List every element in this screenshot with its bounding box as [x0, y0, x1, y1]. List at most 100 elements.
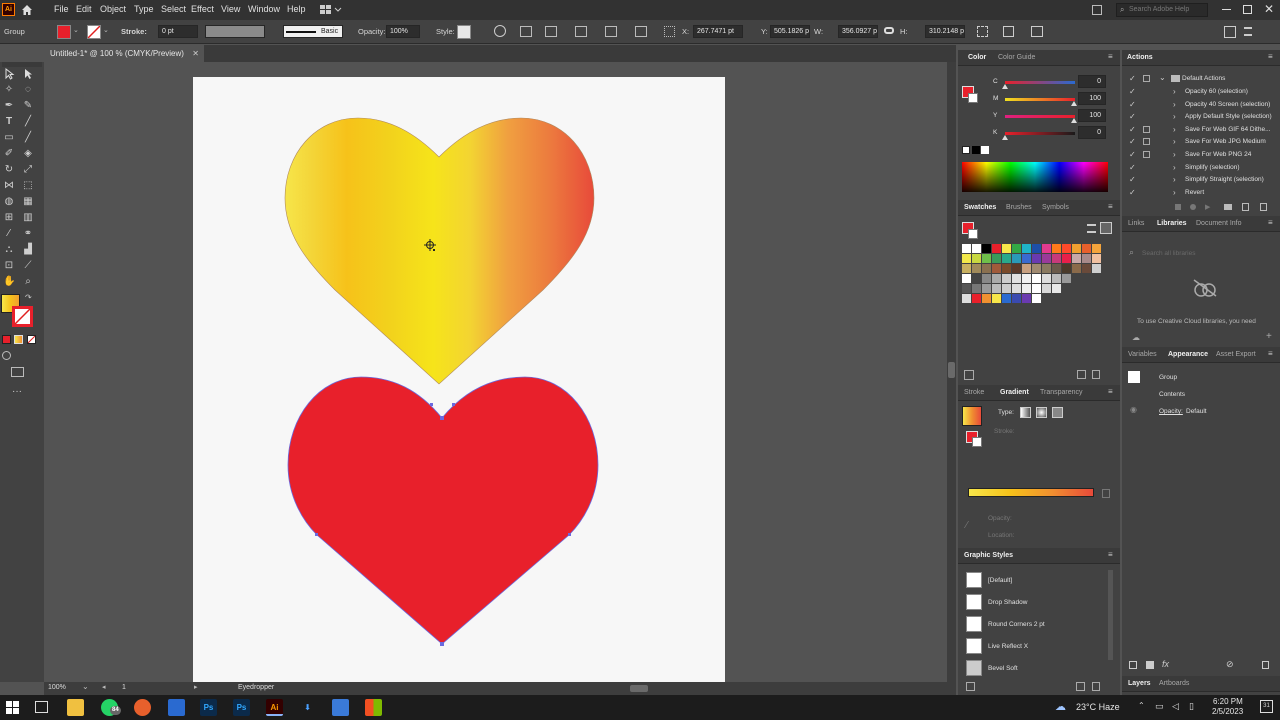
swatch[interactable]	[962, 284, 971, 293]
magic-wand-tool-icon[interactable]: ✧	[3, 84, 15, 96]
recolor-artwork-icon[interactable]	[494, 25, 506, 37]
channel-m-slider[interactable]	[1005, 98, 1075, 101]
swatch[interactable]	[1022, 244, 1031, 253]
swap-fill-stroke-icon[interactable]: ↷	[25, 293, 32, 302]
color-spectrum[interactable]	[962, 162, 1108, 192]
whatsapp-icon[interactable]: 84	[101, 699, 121, 716]
eraser-tool-icon[interactable]: ◈	[22, 148, 34, 160]
new-swatch-icon[interactable]	[1077, 370, 1086, 379]
rectangle-tool-icon[interactable]: ▭	[3, 132, 15, 144]
swatch[interactable]	[982, 294, 991, 303]
scroll-thumb[interactable]	[948, 362, 955, 378]
swatch[interactable]	[1042, 284, 1051, 293]
swatch[interactable]	[1092, 254, 1101, 263]
swatch[interactable]	[1022, 284, 1031, 293]
chevron-down-icon[interactable]: ⌄	[73, 26, 79, 34]
shape-builder-icon[interactable]	[1031, 26, 1043, 37]
tab-color-guide[interactable]: Color Guide	[998, 54, 1035, 61]
tab-graphic-styles[interactable]: Graphic Styles	[964, 552, 1013, 559]
swatch[interactable]	[1042, 264, 1051, 273]
close-tab-icon[interactable]: ✕	[192, 45, 199, 62]
photoshop-icon[interactable]: Ps	[233, 699, 250, 716]
menu-edit[interactable]: Edit	[76, 4, 92, 14]
dialog-toggle-icon[interactable]	[1143, 138, 1150, 146]
type-tool-icon[interactable]: T	[3, 116, 15, 128]
rotate-tool-icon[interactable]: ↻	[3, 164, 15, 176]
downloads-icon[interactable]: ⬇	[299, 699, 316, 716]
checkmark-icon[interactable]: ✓	[1129, 100, 1136, 109]
restore-window-button[interactable]	[1243, 5, 1252, 14]
channel-y-slider[interactable]	[1005, 115, 1075, 118]
swatch[interactable]	[1012, 274, 1021, 283]
menu-window[interactable]: Window	[248, 4, 280, 14]
shaper-tool-icon[interactable]: ✐	[3, 148, 15, 160]
swatch[interactable]	[1002, 264, 1011, 273]
tab-transparency[interactable]: Transparency	[1040, 389, 1083, 396]
channel-y-thumb[interactable]	[1071, 118, 1077, 123]
checkmark-icon[interactable]: ✓	[1129, 163, 1136, 172]
menu-select[interactable]: Select	[161, 4, 186, 14]
swatch[interactable]	[1022, 254, 1031, 263]
swatch[interactable]	[972, 254, 981, 263]
add-stroke-icon[interactable]	[1129, 661, 1137, 669]
task-view-icon[interactable]	[35, 701, 48, 713]
chevron-right-icon[interactable]: ›	[1173, 188, 1176, 197]
checkmark-icon[interactable]: ✓	[1129, 137, 1136, 146]
tab-brushes[interactable]: Brushes	[1006, 204, 1032, 211]
channel-m-thumb[interactable]	[1071, 101, 1077, 106]
chevron-right-icon[interactable]: ›	[1173, 163, 1176, 172]
x-position-input[interactable]: 267.7471 pt	[693, 25, 743, 38]
delete-item-icon[interactable]	[1262, 661, 1269, 669]
swatch[interactable]	[962, 254, 971, 263]
action-item[interactable]: ✓ › Opacity 40 Screen (selection)	[1122, 100, 1280, 111]
tray-overflow-icon[interactable]: ⌃	[1138, 701, 1145, 710]
styles-scrollbar[interactable]	[1108, 570, 1113, 660]
stroke-swatch[interactable]	[12, 306, 33, 327]
swatch[interactable]	[1032, 264, 1041, 273]
battery-icon[interactable]: ▯	[1189, 701, 1194, 712]
reference-point-icon[interactable]	[664, 26, 675, 37]
record-icon[interactable]	[1190, 204, 1196, 210]
channel-c-slider[interactable]	[1005, 81, 1075, 84]
toolbar-grip[interactable]	[2, 62, 42, 67]
channel-k-thumb[interactable]	[1002, 135, 1008, 140]
channel-k-input[interactable]: 0	[1078, 126, 1106, 139]
menu-help[interactable]: Help	[287, 4, 306, 14]
dialog-toggle-icon[interactable]	[1143, 75, 1150, 82]
swatch[interactable]	[1022, 274, 1031, 283]
swatch[interactable]	[1012, 294, 1021, 303]
action-item[interactable]: ✓ › Simplify Straight (selection)	[1122, 175, 1280, 186]
channel-k-slider[interactable]	[1005, 132, 1075, 135]
symbol-sprayer-tool-icon[interactable]: ⛬	[3, 244, 15, 256]
graphic-style-item[interactable]: [Default]	[966, 572, 1106, 590]
draw-mode-icon[interactable]	[2, 351, 11, 360]
swatch[interactable]	[1052, 264, 1061, 273]
swatch[interactable]	[1032, 294, 1041, 303]
visibility-eye-icon[interactable]: ◉	[1130, 405, 1137, 414]
swatch[interactable]	[982, 264, 991, 273]
checkmark-icon[interactable]: ✓	[1129, 74, 1136, 83]
curvature-tool-icon[interactable]: ✎	[22, 100, 34, 112]
swatch[interactable]	[1072, 244, 1081, 253]
isolate-group-icon[interactable]	[1003, 26, 1014, 37]
swatch[interactable]	[1032, 244, 1041, 253]
swatch[interactable]	[1052, 284, 1061, 293]
color-stroke-proxy[interactable]	[968, 93, 978, 103]
chevron-right-icon[interactable]: ›	[1173, 125, 1176, 134]
action-item[interactable]: ✓ › Apply Default Style (selection)	[1122, 112, 1280, 123]
perspective-grid-tool-icon[interactable]: ▦	[22, 196, 34, 208]
swatch[interactable]	[1002, 274, 1011, 283]
linear-gradient-button[interactable]	[1020, 407, 1031, 418]
swatch[interactable]	[1042, 254, 1051, 263]
gradient-tool-icon[interactable]: ▥	[22, 212, 34, 224]
swatch[interactable]	[1062, 274, 1071, 283]
action-item[interactable]: ✓ › Save For Web GIF 64 Dithe...	[1122, 125, 1280, 136]
swatch[interactable]	[992, 254, 1001, 263]
delete-style-icon[interactable]	[1092, 682, 1100, 691]
graphic-style-swatch[interactable]	[457, 25, 471, 39]
tab-stroke[interactable]: Stroke	[964, 389, 984, 396]
swatch[interactable]	[1042, 274, 1051, 283]
add-content-icon[interactable]: +	[1266, 331, 1272, 342]
tab-asset-export[interactable]: Asset Export	[1216, 351, 1256, 358]
radial-gradient-button[interactable]	[1036, 407, 1047, 418]
